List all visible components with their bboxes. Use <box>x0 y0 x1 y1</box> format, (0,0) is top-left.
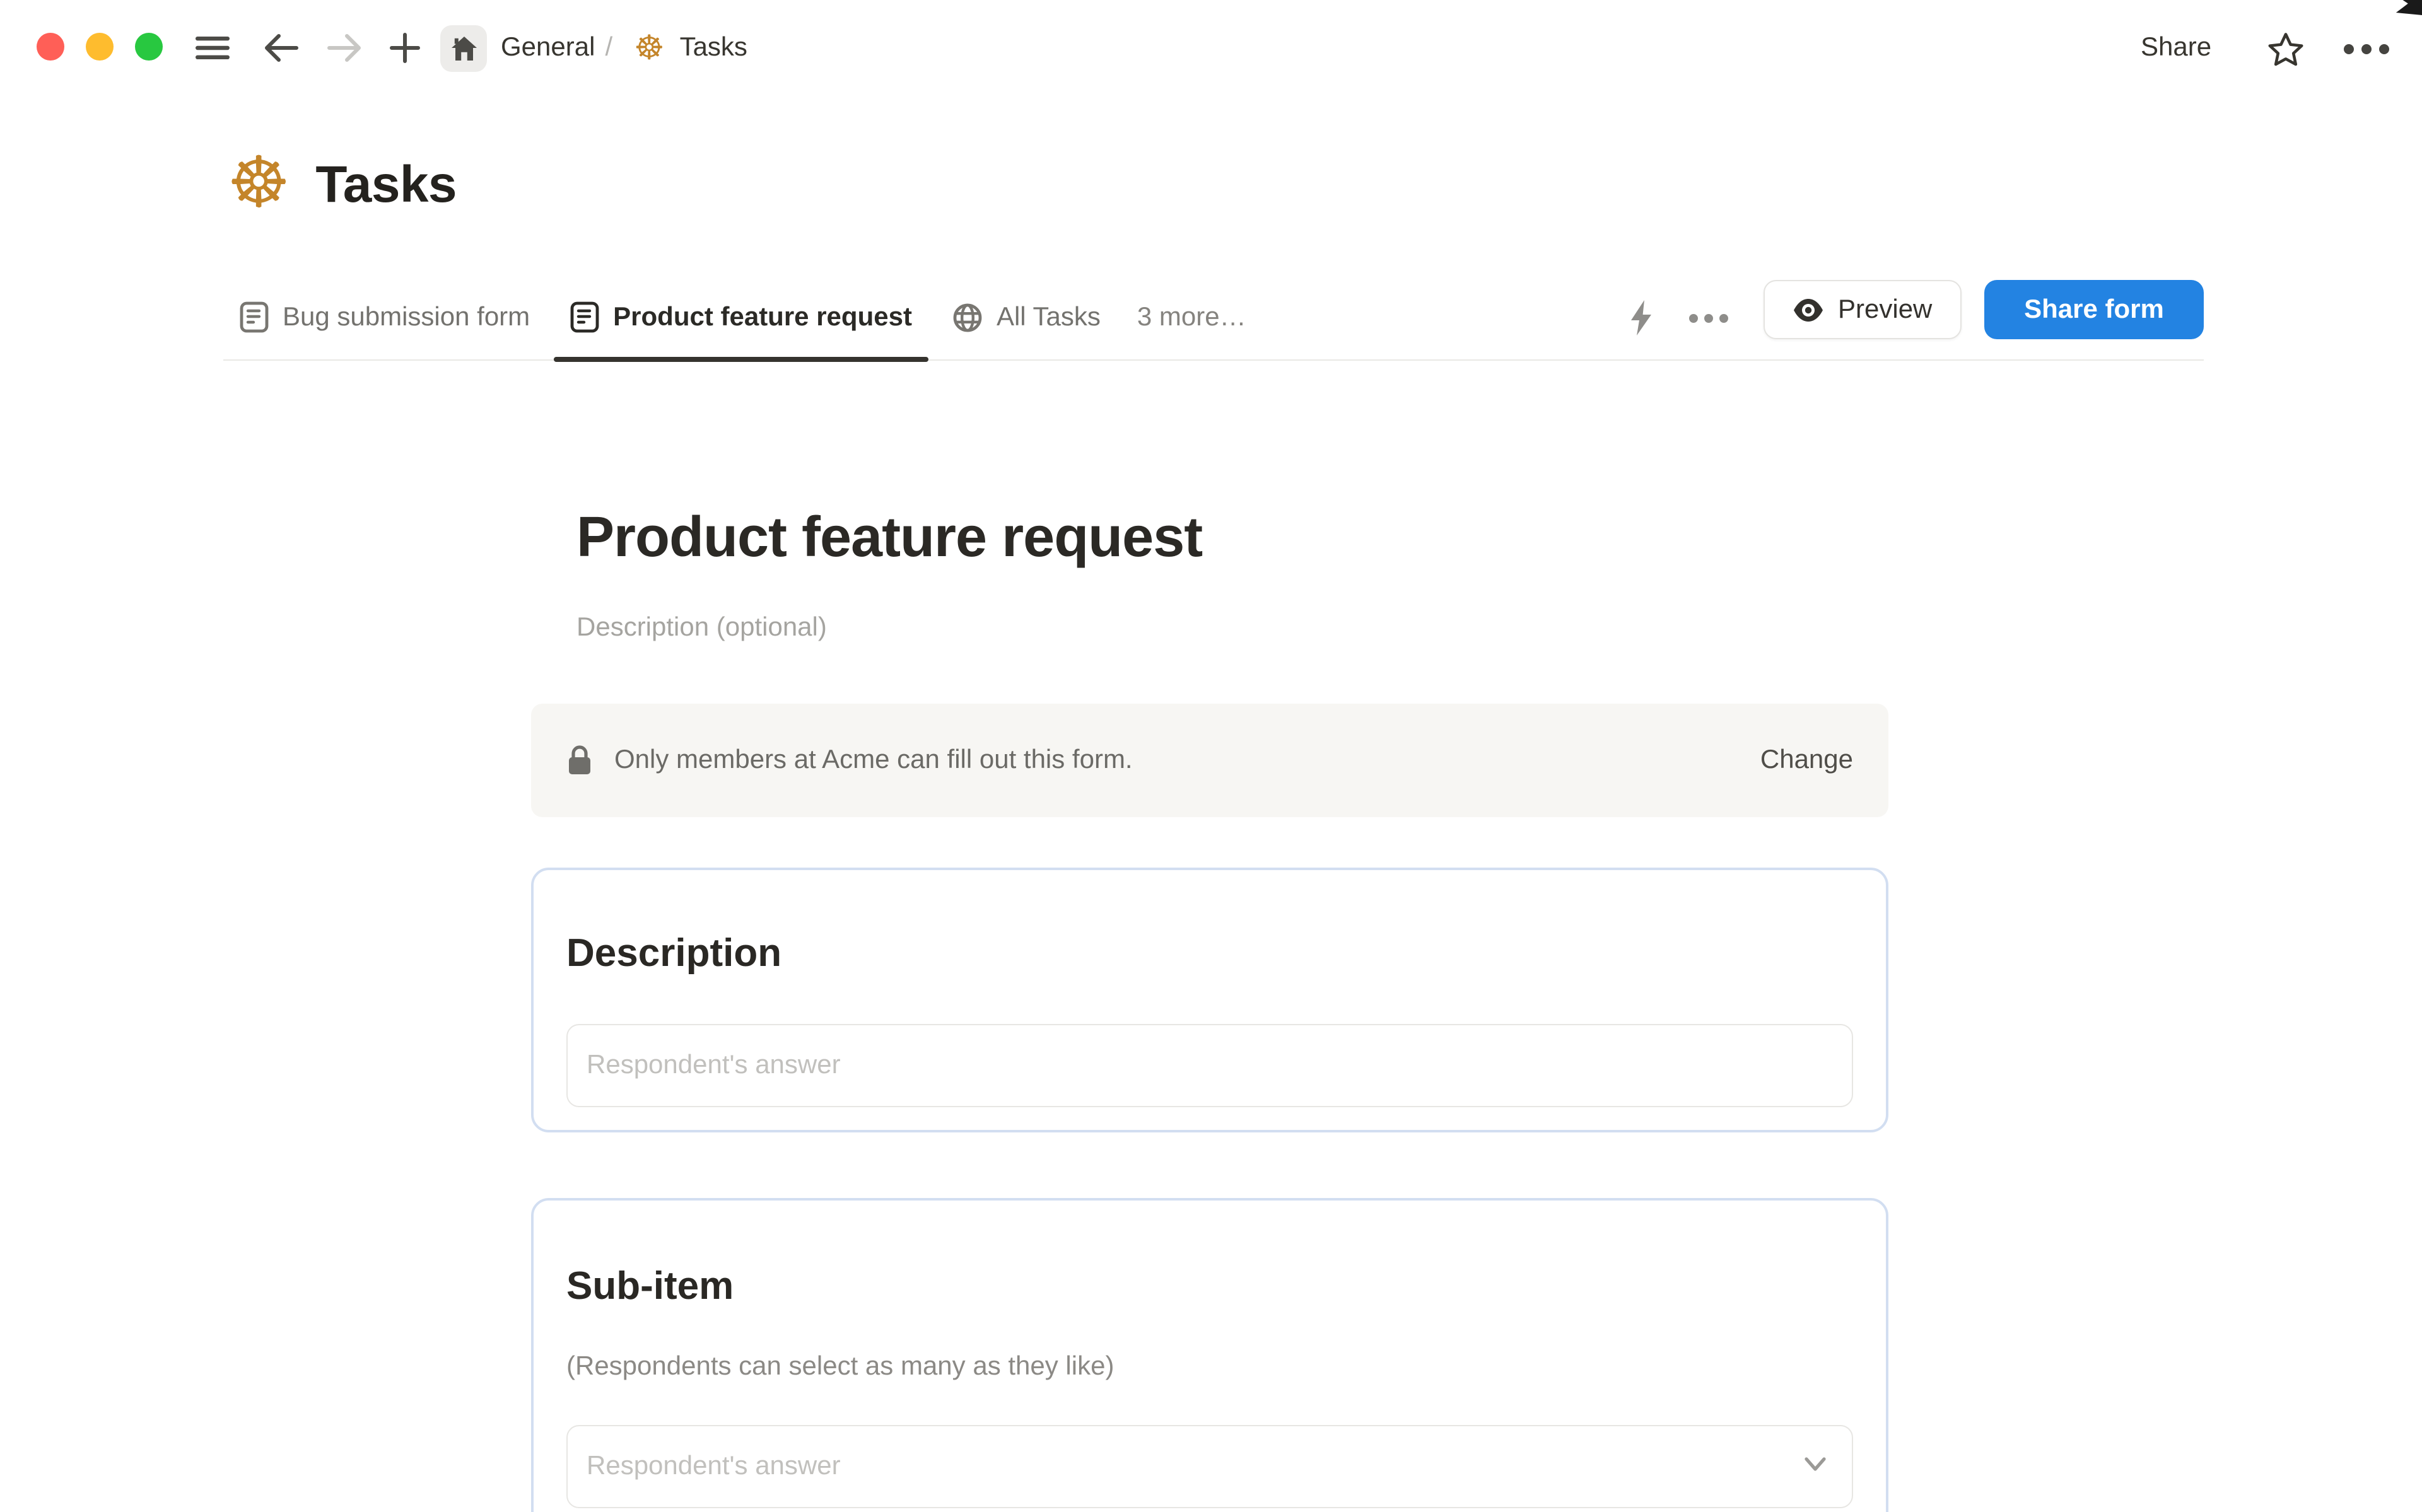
tab-product-feature-request[interactable]: Product feature request <box>554 275 928 362</box>
form-doc-icon <box>240 301 269 333</box>
form-doc-icon <box>570 301 599 333</box>
eye-icon <box>1794 298 1823 321</box>
answer-field-wrap <box>566 1024 1853 1107</box>
tab-label: Bug submission form <box>283 302 530 331</box>
dot <box>2361 44 2372 54</box>
hamburger-icon <box>195 37 229 59</box>
home-button[interactable] <box>440 25 487 72</box>
page-title: Tasks <box>315 154 457 212</box>
tab-label: Product feature request <box>613 302 912 331</box>
view-options-button[interactable] <box>1680 293 1736 343</box>
description-answer-input[interactable] <box>566 1024 1853 1107</box>
lightning-icon <box>1631 300 1651 335</box>
more-tabs-button[interactable]: 3 more… <box>1137 275 1246 359</box>
form-builder-content: Product feature request Description (opt… <box>531 359 1888 1512</box>
dot <box>2379 44 2389 54</box>
plus-icon <box>390 33 420 63</box>
page-header: ☸ Tasks <box>227 148 457 219</box>
form-title[interactable]: Product feature request <box>576 504 1888 570</box>
access-notice-text: Only members at Acme can fill out this f… <box>614 745 1133 774</box>
breadcrumb: General / ☸ Tasks <box>501 0 747 96</box>
form-field-description[interactable]: Description <box>531 868 1888 1132</box>
back-button[interactable] <box>262 0 300 96</box>
sub-item-answer-input[interactable] <box>566 1425 1853 1508</box>
minimize-window-button[interactable] <box>86 33 114 61</box>
forward-button[interactable] <box>325 0 363 96</box>
answer-field-wrap <box>566 1425 1853 1508</box>
field-label[interactable]: Sub-item <box>566 1261 1853 1311</box>
form-description-placeholder[interactable]: Description (optional) <box>576 613 1888 643</box>
window-titlebar: General / ☸ Tasks Share <box>0 0 2422 96</box>
arrow-left-icon <box>265 34 298 62</box>
new-tab-button[interactable] <box>386 0 424 96</box>
arrow-right-icon <box>327 34 361 62</box>
preview-label: Preview <box>1838 294 1933 323</box>
more-options-button[interactable] <box>2336 28 2397 71</box>
tab-label: All Tasks <box>996 302 1101 331</box>
dot <box>1719 313 1728 322</box>
tab-bug-submission-form[interactable]: Bug submission form <box>223 275 546 359</box>
favorite-button[interactable] <box>2264 28 2307 71</box>
field-label[interactable]: Description <box>566 928 1853 979</box>
share-form-button[interactable]: Share form <box>1984 280 2204 339</box>
view-tabbar: Bug submission form Product feature requ… <box>223 275 2204 362</box>
breadcrumb-separator: / <box>605 33 613 62</box>
view-tabs: Bug submission form Product feature requ… <box>223 275 1246 362</box>
automations-button[interactable] <box>1616 293 1666 343</box>
dot <box>1704 313 1712 322</box>
zoom-window-button[interactable] <box>135 33 163 61</box>
form-field-sub-item[interactable]: Sub-item (Respondents can select as many… <box>531 1198 1888 1512</box>
share-button[interactable]: Share <box>2141 0 2211 96</box>
page-icon-wheel[interactable]: ☸ <box>227 148 290 219</box>
home-icon <box>451 37 476 61</box>
change-access-link[interactable]: Change <box>1760 745 1853 776</box>
star-icon <box>2268 32 2303 66</box>
chevron-down-icon[interactable] <box>1803 1455 1828 1478</box>
app-window: General / ☸ Tasks Share ☸ Tasks Bug subm… <box>0 0 2422 1512</box>
sidebar-menu-button[interactable] <box>192 0 232 96</box>
preview-button[interactable]: Preview <box>1764 280 1962 339</box>
dot <box>2344 44 2354 54</box>
access-notice: Only members at Acme can fill out this f… <box>531 704 1888 817</box>
close-window-button[interactable] <box>37 33 64 61</box>
globe-icon <box>953 303 982 332</box>
breadcrumb-workspace[interactable]: General <box>501 33 595 63</box>
field-hint: (Respondents can select as many as they … <box>566 1352 1114 1381</box>
page-wheel-icon: ☸ <box>634 28 665 67</box>
breadcrumb-page[interactable]: Tasks <box>680 33 747 63</box>
dot <box>1688 313 1697 322</box>
tab-all-tasks[interactable]: All Tasks <box>936 275 1117 359</box>
lock-icon <box>569 745 590 774</box>
